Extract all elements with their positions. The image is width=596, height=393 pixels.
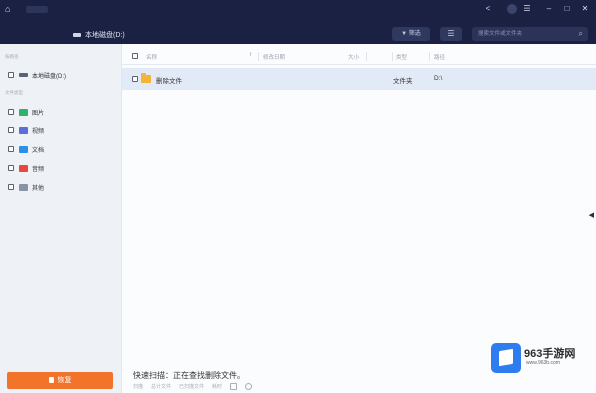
share-icon[interactable]: < — [482, 3, 494, 15]
sort-arrow-icon[interactable]: ↑ — [249, 52, 252, 58]
document-icon — [19, 145, 28, 153]
column-header-type[interactable]: 类型 — [396, 53, 407, 61]
scan-detail: 总计文件 — [151, 384, 172, 390]
checkbox[interactable] — [8, 146, 14, 152]
search-icon[interactable]: ⌕ — [579, 29, 583, 39]
watermark-title: 963手游网 — [524, 348, 576, 360]
column-divider — [258, 52, 259, 61]
cube-icon — [499, 348, 513, 367]
search-box[interactable]: ⌕ — [472, 27, 588, 41]
search-input[interactable] — [478, 27, 570, 41]
title-bar: ⌂ < ☰ – □ ✕ 本地磁盘(D:) ▼ 筛选 ☰ ⌕ — [0, 0, 596, 44]
checkbox[interactable] — [8, 127, 14, 133]
video-icon — [19, 126, 28, 134]
sidebar-item-drive[interactable]: 本地磁盘(D:) — [8, 69, 118, 81]
filter-label: 筛选 — [408, 31, 421, 37]
filter-button[interactable]: ▼ 筛选 — [392, 27, 430, 41]
image-icon — [19, 108, 28, 116]
checkbox[interactable] — [8, 109, 14, 115]
sidebar-item-audio[interactable]: 音频 — [8, 162, 118, 174]
sidebar-item-label: 文档 — [32, 147, 45, 154]
app-name — [26, 6, 48, 13]
cell-name: 删除文件 — [156, 78, 182, 85]
column-header-modified[interactable]: 修改日期 — [263, 53, 285, 61]
checkbox[interactable] — [8, 72, 14, 78]
cell-path: D:\ — [434, 75, 443, 82]
checkbox[interactable] — [8, 165, 14, 171]
panel-collapse-icon[interactable]: ◀ — [589, 211, 594, 219]
scan-status: 快速扫描：正在查找删除文件。 — [133, 371, 245, 380]
scan-detail: 已扫描文件 — [179, 384, 205, 390]
close-icon[interactable]: ✕ — [579, 3, 591, 15]
maximize-icon[interactable]: □ — [561, 3, 573, 15]
column-divider — [392, 52, 393, 61]
recover-icon — [48, 377, 54, 383]
file-list: 名称 ↑ 修改日期 大小 类型 路径 删除文件 文件夹 D:\ ◀ — [122, 44, 596, 393]
sidebar-item-label: 视频 — [32, 128, 45, 135]
scan-detail: 扫描 — [133, 384, 144, 390]
select-all-checkbox[interactable] — [132, 53, 138, 59]
audio-icon — [19, 164, 28, 172]
sidebar: 按路径 本地磁盘(D:) 文件类型 图片 视频 文档 音频 其他 — [0, 44, 122, 393]
recover-button[interactable]: 恢复 — [7, 372, 113, 389]
list-view-button[interactable]: ☰ — [440, 27, 462, 41]
info-icon[interactable] — [245, 383, 253, 390]
cell-type: 文件夹 — [393, 78, 413, 85]
pause-icon[interactable] — [230, 383, 238, 390]
folder-icon — [141, 73, 151, 83]
sidebar-item-images[interactable]: 图片 — [8, 106, 118, 118]
home-icon[interactable]: ⌂ — [5, 4, 15, 14]
filter-icon: ▼ — [401, 31, 408, 37]
watermark-url: www.963b.com — [526, 360, 560, 366]
scan-details: 扫描 总计文件 已扫描文件 耗时 — [133, 383, 253, 390]
sidebar-item-documents[interactable]: 文档 — [8, 143, 118, 155]
minimize-icon[interactable]: – — [543, 3, 555, 15]
sidebar-item-label: 本地磁盘(D:) — [32, 73, 66, 80]
column-header-size[interactable]: 大小 — [348, 53, 359, 61]
column-divider — [429, 52, 430, 61]
sidebar-item-label: 音频 — [32, 166, 45, 173]
table-row[interactable]: 删除文件 文件夹 D:\ — [122, 68, 596, 90]
avatar[interactable] — [507, 4, 517, 14]
sidebar-item-videos[interactable]: 视频 — [8, 124, 118, 136]
sidebar-item-other[interactable]: 其他 — [8, 181, 118, 193]
scan-detail: 耗时 — [212, 384, 223, 390]
section-path-heading: 按路径 — [5, 54, 19, 59]
current-drive: 本地磁盘(D:) — [73, 30, 125, 40]
column-header-name[interactable]: 名称 — [146, 53, 157, 61]
section-type-heading: 文件类型 — [5, 90, 23, 95]
column-header-path[interactable]: 路径 — [434, 53, 445, 61]
watermark-logo — [491, 343, 521, 373]
drive-icon — [73, 33, 81, 37]
table-header: 名称 ↑ 修改日期 大小 类型 路径 — [122, 49, 596, 65]
folder-icon — [19, 183, 28, 191]
checkbox[interactable] — [8, 184, 14, 190]
current-drive-label: 本地磁盘(D:) — [85, 32, 125, 39]
column-divider — [366, 52, 367, 61]
drive-icon — [19, 73, 28, 77]
recover-label: 恢复 — [57, 377, 72, 384]
sidebar-item-label: 其他 — [32, 185, 45, 192]
sidebar-item-label: 图片 — [32, 110, 45, 117]
row-checkbox[interactable] — [132, 76, 138, 82]
menu-icon[interactable]: ☰ — [521, 3, 533, 15]
